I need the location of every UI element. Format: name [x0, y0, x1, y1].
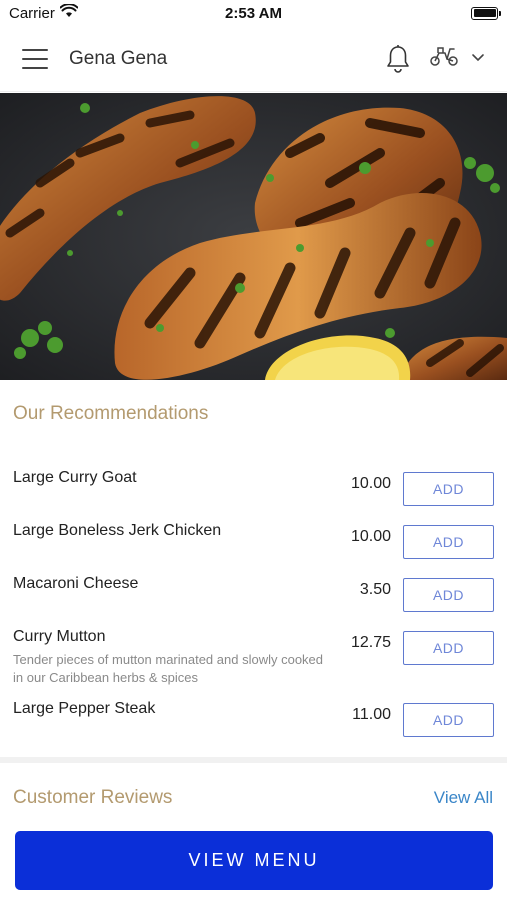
add-button[interactable]: ADD [403, 472, 494, 506]
reviews-title: Customer Reviews [13, 787, 173, 808]
add-button[interactable]: ADD [403, 631, 494, 665]
header-actions [385, 44, 485, 74]
item-price: 11.00 [352, 706, 391, 723]
add-button[interactable]: ADD [403, 578, 494, 612]
status-left: Carrier [9, 3, 169, 22]
status-right [338, 6, 501, 20]
carrier-label: Carrier [9, 4, 55, 22]
status-time: 2:53 AM [225, 4, 282, 22]
chevron-down-icon [471, 50, 485, 68]
menu-icon[interactable] [22, 48, 48, 69]
status-bar: Carrier 2:53 AM [0, 0, 507, 26]
scooter-icon [429, 45, 459, 72]
restaurant-title: Gena Gena [69, 47, 168, 69]
item-price: 10.00 [350, 528, 391, 545]
item-name: Large Pepper Steak [13, 700, 156, 717]
item-name: Curry Mutton [13, 628, 106, 645]
item-description: Tender pieces of mutton marinated and sl… [13, 652, 324, 685]
wifi-icon [59, 3, 79, 22]
battery-icon [471, 6, 501, 20]
hero-image [0, 93, 507, 380]
view-all-link[interactable]: View All [434, 788, 493, 808]
item-price: 3.50 [359, 581, 391, 598]
add-button[interactable]: ADD [403, 525, 494, 559]
item-price: 12.75 [350, 634, 391, 651]
app-header: Gena Gena [0, 26, 507, 92]
item-name: Large Curry Goat [13, 469, 137, 486]
grilled-chicken-photo [0, 93, 507, 380]
delivery-selector[interactable] [429, 45, 485, 72]
item-name: Macaroni Cheese [13, 575, 139, 592]
section-divider [0, 757, 507, 763]
item-name: Large Boneless Jerk Chicken [13, 522, 222, 539]
add-button[interactable]: ADD [403, 703, 494, 737]
view-menu-button[interactable]: VIEW MENU [15, 831, 493, 890]
item-price: 10.00 [350, 475, 391, 492]
recommendations-title: Our Recommendations [13, 403, 209, 424]
bell-icon[interactable] [385, 44, 411, 74]
